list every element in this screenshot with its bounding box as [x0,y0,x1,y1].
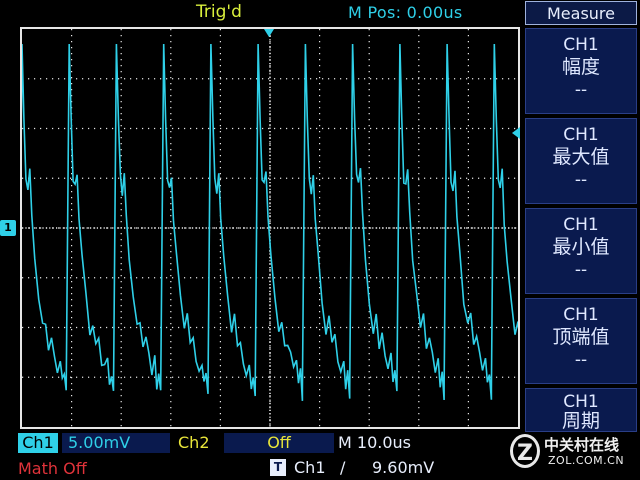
measure-channel: CH1 [563,35,599,55]
timebase: M 10.0us [338,433,411,452]
watermark-url: ZOL.COM.CN [548,454,625,467]
measure-name: 顶端值 [552,326,610,348]
horizontal-position: M Pos: 0.00us [348,3,463,22]
zol-logo-icon: Z [510,434,540,468]
measure-value: -- [574,80,588,100]
trigger-source-icon: T [270,459,286,476]
trigger-source: Ch1 [294,458,326,477]
ch1-volts-div: 5.00mV [62,433,170,453]
ch1-ground-marker[interactable]: 1 [0,220,16,236]
measure-channel: CH1 [563,392,599,412]
measure-value: -- [574,260,588,280]
measure-channel: CH1 [563,215,599,235]
graticule [22,29,518,427]
measure-value: -- [574,350,588,370]
math-status: Math Off [18,459,87,478]
trigger-level-icon[interactable] [512,127,520,139]
ch2-state: Off [224,433,334,453]
measure-name: 最小值 [552,236,610,258]
trigger-status: Trig'd [196,2,242,22]
trigger-level: 9.60mV [372,458,435,477]
measure-value: -- [574,170,588,190]
top-status-bar: Trig'd M Pos: 0.00us [0,0,520,26]
measure-name: 幅度 [561,56,600,78]
trigger-position-icon [264,29,274,37]
measure-menu: CH1 幅度 -- CH1 最大值 -- CH1 最小值 -- CH1 顶端值 … [522,26,640,480]
rising-edge-icon: / [340,458,346,477]
measure-channel: CH1 [563,125,599,145]
watermark-name: 中关村在线 [544,436,620,454]
measure-item-maximum[interactable]: CH1 最大值 -- [525,118,637,204]
ch2-label[interactable]: Ch2 [178,433,210,453]
bottom-status-bar: Ch1 5.00mV Ch2 Off M 10.0us Math Off T C… [0,430,520,480]
waveform-display [20,27,520,429]
measure-name: 最大值 [552,146,610,168]
measure-menu-title[interactable]: Measure [525,1,637,25]
measure-channel: CH1 [563,305,599,325]
measure-item-period[interactable]: CH1 周期 [525,388,637,432]
measure-item-minimum[interactable]: CH1 最小值 -- [525,208,637,294]
measure-name: 周期 [561,410,600,432]
ch1-label[interactable]: Ch1 [18,433,58,453]
watermark-logo: Z 中关村在线 ZOL.COM.CN [508,432,636,476]
measure-item-top[interactable]: CH1 顶端值 -- [525,298,637,384]
measure-item-amplitude[interactable]: CH1 幅度 -- [525,28,637,114]
